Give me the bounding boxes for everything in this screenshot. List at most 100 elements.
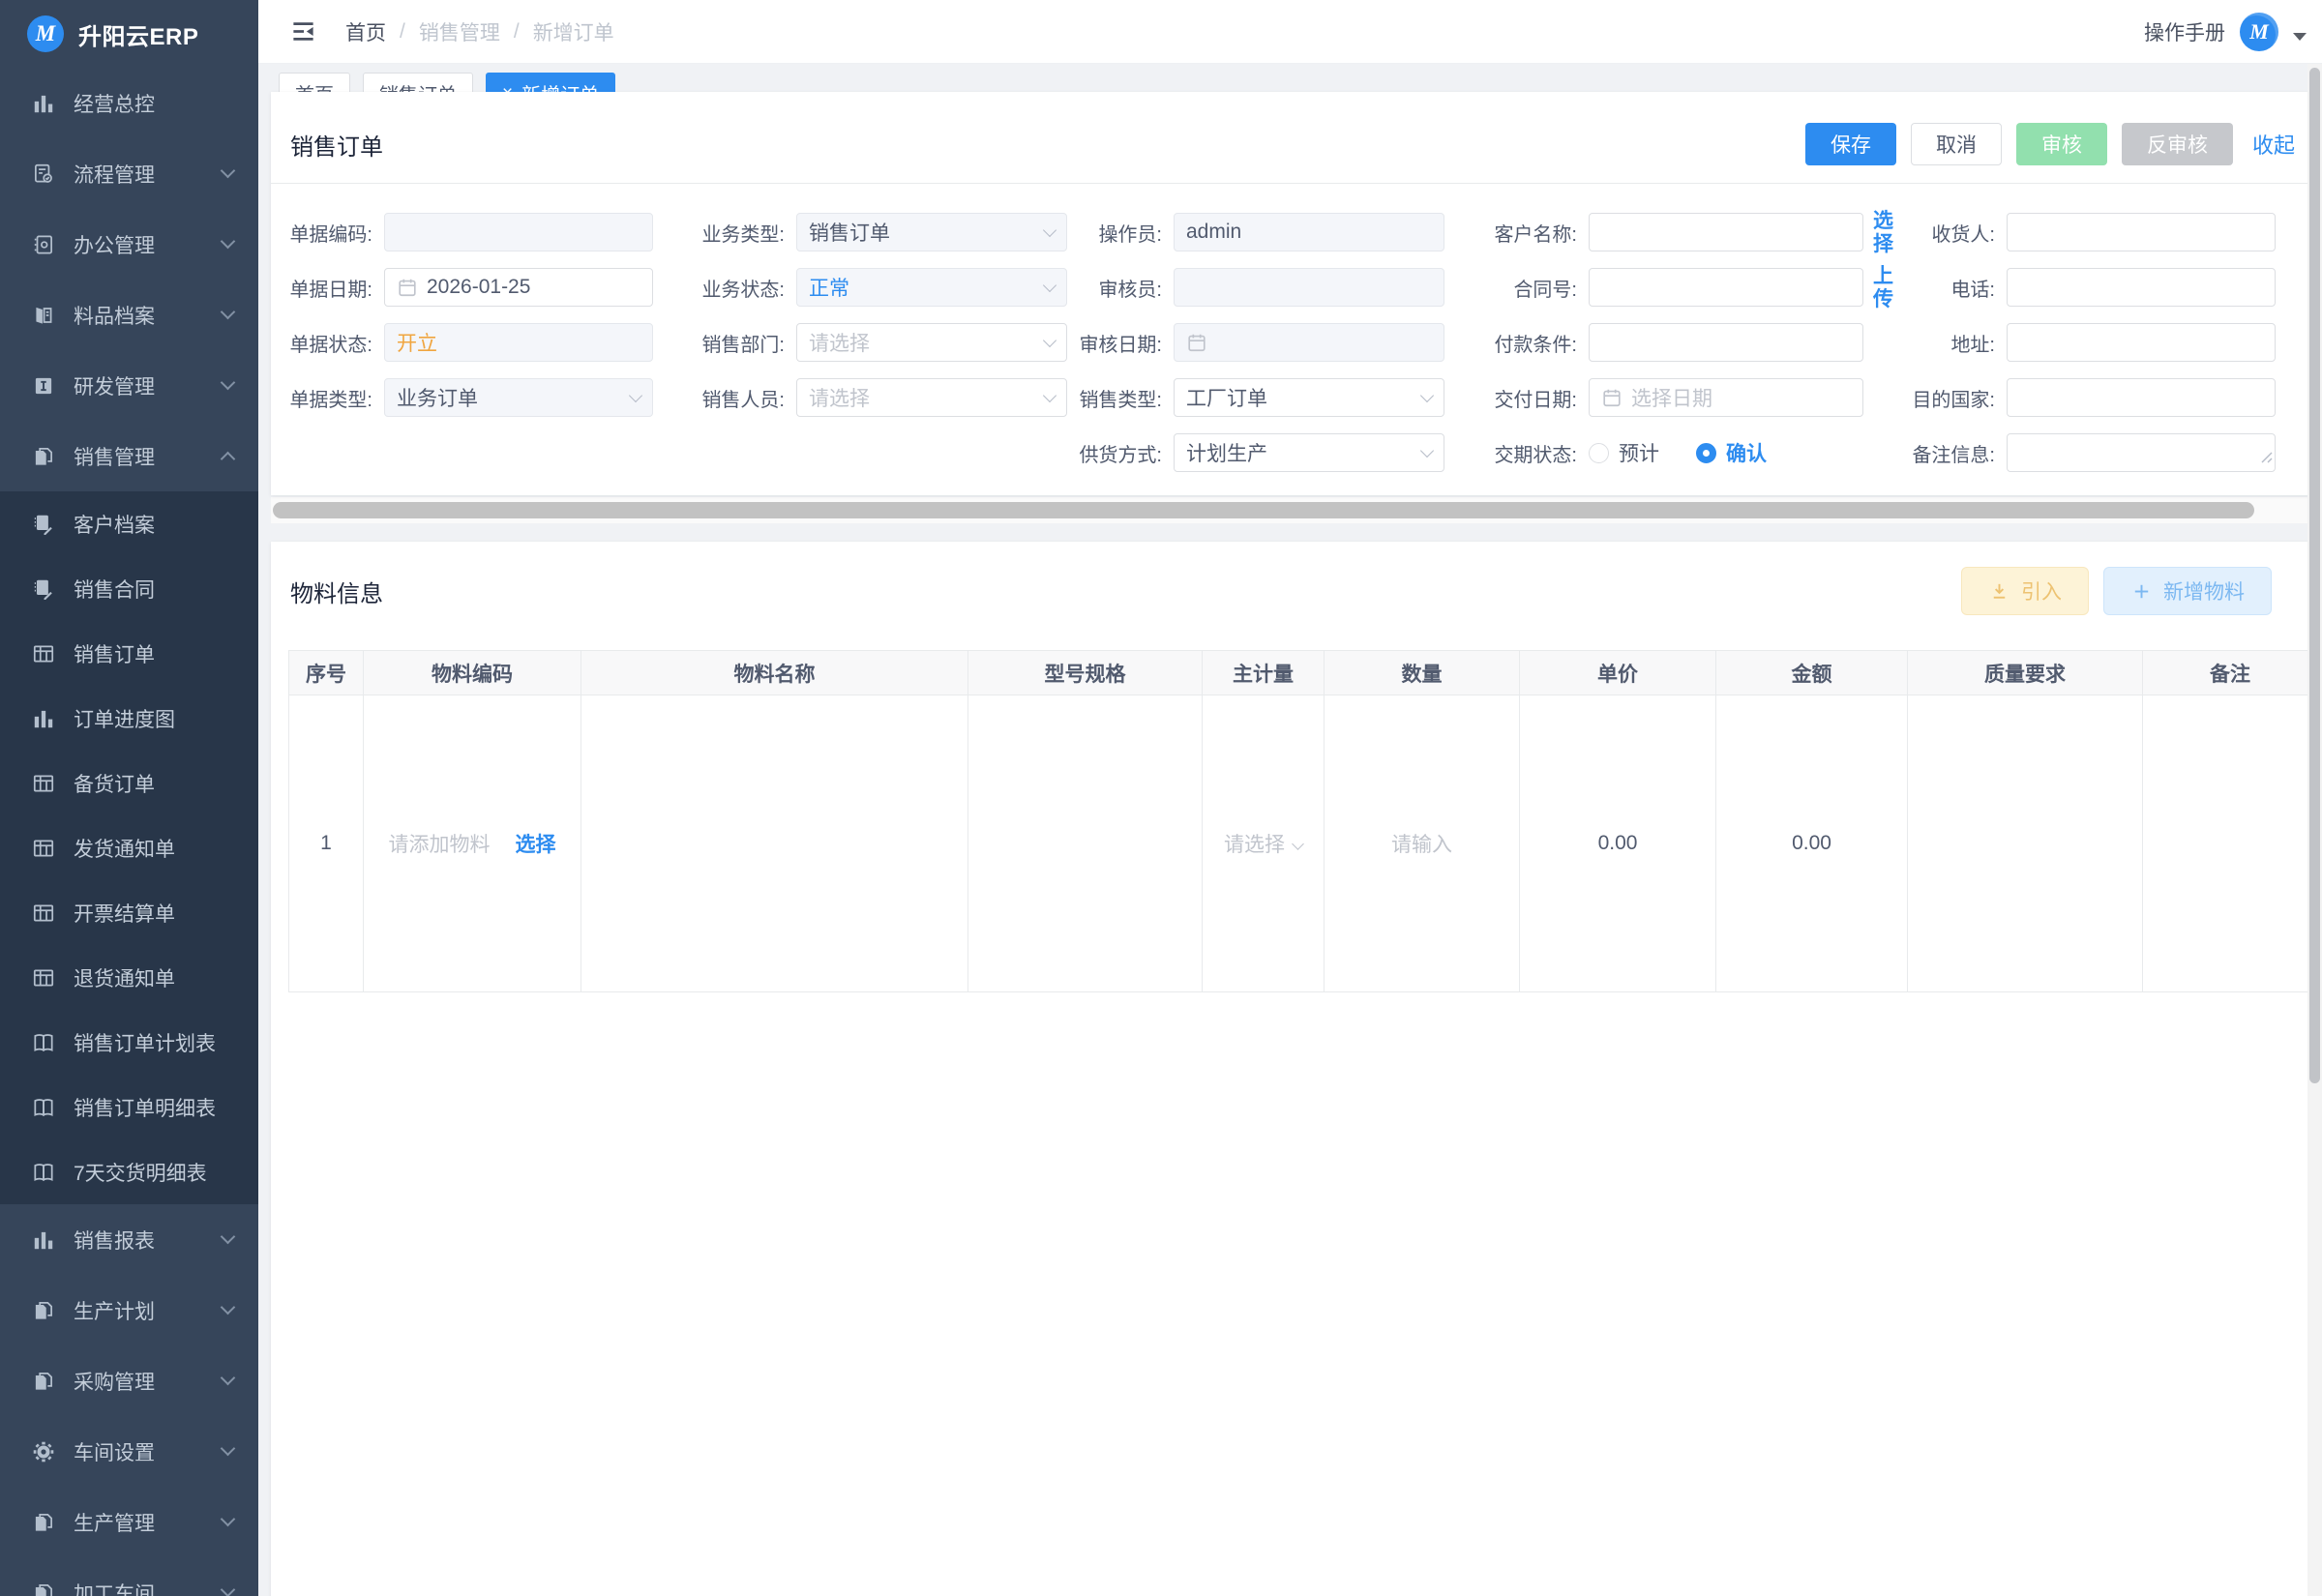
- payment-terms-field[interactable]: [1589, 323, 1863, 362]
- add-material-button[interactable]: 新增物料: [2103, 567, 2272, 615]
- save-button[interactable]: 保存: [1804, 123, 1896, 165]
- sidebar-item-sales[interactable]: 销售管理: [0, 421, 258, 491]
- phone-field[interactable]: [2007, 268, 2276, 307]
- sidebar-item-purchase[interactable]: 采购管理: [0, 1345, 258, 1416]
- form-row-address: 地址:: [1860, 323, 2276, 362]
- vertical-scrollbar[interactable]: [2307, 64, 2322, 1596]
- sidebar-item-sales-order[interactable]: 销售订单: [0, 621, 258, 686]
- sidebar-item-label: 备货订单: [74, 773, 155, 796]
- choose-material-link[interactable]: 选择: [516, 834, 556, 856]
- sidebar-item-production[interactable]: 生产管理: [0, 1487, 258, 1557]
- sidebar-item-sales-order-plan[interactable]: 销售订单计划表: [0, 1010, 258, 1075]
- sidebar-item-label: 料品档案: [74, 305, 155, 328]
- customer-name-field[interactable]: [1589, 213, 1863, 251]
- pages-icon: [31, 1298, 56, 1323]
- radio-option[interactable]: 预计: [1589, 438, 1659, 467]
- sidebar-item-workflow[interactable]: 流程管理: [0, 138, 258, 209]
- cell-qty[interactable]: 请输入: [1324, 695, 1520, 992]
- sidebar-item-materials-archive[interactable]: 料品档案: [0, 280, 258, 350]
- sidebar-item-sales-report[interactable]: 销售报表: [0, 1204, 258, 1275]
- sidebar-item-label: 流程管理: [74, 163, 155, 187]
- dest-country-field[interactable]: [2007, 378, 2276, 417]
- table-header-spec: 型号规格: [968, 650, 1203, 695]
- chevron-down-icon: [1042, 222, 1057, 238]
- user-menu-caret-icon[interactable]: [2293, 32, 2307, 41]
- sidebar-item-sales-contract[interactable]: 销售合同: [0, 556, 258, 621]
- manual-link[interactable]: 操作手册: [2144, 17, 2225, 46]
- doc-date-field[interactable]: 2026-01-25: [384, 268, 653, 307]
- chevron-down-icon: [220, 163, 236, 179]
- collapse-form-link[interactable]: 收起: [2252, 129, 2295, 160]
- supply-mode-field[interactable]: 计划生产: [1174, 433, 1444, 472]
- topbar: 首页 / 销售管理 / 新增订单 操作手册 M: [258, 0, 2322, 64]
- cell-remark[interactable]: [2142, 695, 2318, 992]
- download-icon: [1988, 580, 2010, 603]
- order-form-fields: 单据编码: 单据日期: 2026-01-25 单据状态: 开立 单据类型: 业务订单 业务类型…: [271, 184, 2314, 494]
- rnd-icon: [31, 373, 56, 399]
- sidebar-item-sales-order-detail[interactable]: 销售订单明细表: [0, 1075, 258, 1139]
- sidebar-item-7day-delivery-detail[interactable]: 7天交货明细表: [0, 1139, 258, 1204]
- chevron-down-icon: [220, 1581, 236, 1596]
- sidebar-item-label: 发货通知单: [74, 838, 175, 861]
- breadcrumb-item: 新增订单: [532, 21, 614, 44]
- breadcrumb-separator: /: [400, 19, 405, 43]
- radio-option[interactable]: 确认: [1696, 438, 1767, 467]
- contract-no-field[interactable]: [1589, 268, 1863, 307]
- field-label: 业务状态:: [701, 279, 785, 301]
- collapse-sidebar-icon[interactable]: [290, 18, 316, 44]
- chevron-down-icon: [220, 1299, 236, 1315]
- sales-person-field[interactable]: 请选择: [796, 378, 1067, 417]
- sidebar-item-office[interactable]: 办公管理: [0, 209, 258, 280]
- cell-amount[interactable]: 0.00: [1715, 695, 1908, 992]
- address-field[interactable]: [2007, 323, 2276, 362]
- sidebar-item-order-progress-chart[interactable]: 订单进度图: [0, 686, 258, 751]
- audit-date-field: [1174, 323, 1444, 362]
- sidebar-item-stock-order[interactable]: 备货订单: [0, 751, 258, 815]
- grid-icon: [31, 771, 56, 796]
- import-button-label: 引入: [2021, 581, 2062, 604]
- radio-checked-icon: [1696, 442, 1716, 463]
- sidebar-item-workshop-settings[interactable]: 车间设置: [0, 1416, 258, 1487]
- horizontal-scrollbar-thumb[interactable]: [273, 502, 2254, 518]
- sidebar-item-return-notice[interactable]: 退货通知单: [0, 945, 258, 1010]
- audit-button[interactable]: 审核: [2015, 123, 2107, 165]
- sidebar-item-invoice-settlement[interactable]: 开票结算单: [0, 880, 258, 945]
- vertical-scrollbar-thumb[interactable]: [2309, 68, 2320, 1083]
- sidebar-item-label: 销售报表: [74, 1229, 155, 1253]
- sidebar-item-customer-files[interactable]: 客户档案: [0, 491, 258, 556]
- field-label: 地址:: [1950, 334, 1995, 356]
- sidebar-item-label: 销售管理: [74, 446, 155, 469]
- cancel-button[interactable]: 取消: [1910, 123, 2002, 165]
- reverse-audit-button[interactable]: 反审核: [2121, 123, 2233, 165]
- field-label: 销售部门:: [701, 334, 785, 356]
- sidebar-item-shipping-notice[interactable]: 发货通知单: [0, 815, 258, 880]
- consignee-field[interactable]: [2007, 213, 2276, 251]
- cell-price[interactable]: 0.00: [1519, 695, 1716, 992]
- sales-dept-field[interactable]: 请选择: [796, 323, 1067, 362]
- sidebar-item-production-plan[interactable]: 生产计划: [0, 1275, 258, 1345]
- resize-handle-icon[interactable]: [2259, 446, 2273, 469]
- materials-header: 物料信息 引入 新增物料: [271, 542, 2314, 650]
- cell-unit[interactable]: 请选择: [1202, 695, 1325, 992]
- form-column-4: 客户名称: 选 择合同号: 上 传付款条件: 交付日期: 选择日期 交期状态: 预计 确认: [1469, 210, 1893, 488]
- sidebar-item-label: 销售合同: [74, 578, 155, 602]
- avatar[interactable]: M: [2240, 12, 2278, 51]
- chevron-down-icon: [220, 1370, 236, 1386]
- chevron-up-icon: [220, 451, 236, 467]
- horizontal-scrollbar[interactable]: [271, 497, 2314, 523]
- cell-code[interactable]: 请添加物料 选择: [363, 695, 581, 992]
- delivery-date-field[interactable]: 选择日期: [1589, 378, 1863, 417]
- breadcrumb-item[interactable]: 首页: [345, 17, 386, 46]
- cell-quality[interactable]: [1907, 695, 2143, 992]
- sidebar-item-label: 办公管理: [74, 234, 155, 257]
- form-row-delivery-status: 交期状态: 预计 确认: [1469, 433, 1863, 472]
- import-button[interactable]: 引入: [1961, 567, 2089, 615]
- sidebar-item-processing-workshop[interactable]: 加工车间: [0, 1557, 258, 1596]
- sidebar-item-rnd[interactable]: 研发管理: [0, 350, 258, 421]
- app-logo: M 升阳云ERP: [0, 0, 258, 68]
- field-value: 计划生产: [1186, 443, 1267, 465]
- sidebar-item-dashboard[interactable]: 经营总控: [0, 68, 258, 138]
- remark-field[interactable]: [2007, 433, 2276, 472]
- sales-type-field[interactable]: 工厂订单: [1174, 378, 1444, 417]
- field-label: 备注信息:: [1912, 444, 1995, 466]
